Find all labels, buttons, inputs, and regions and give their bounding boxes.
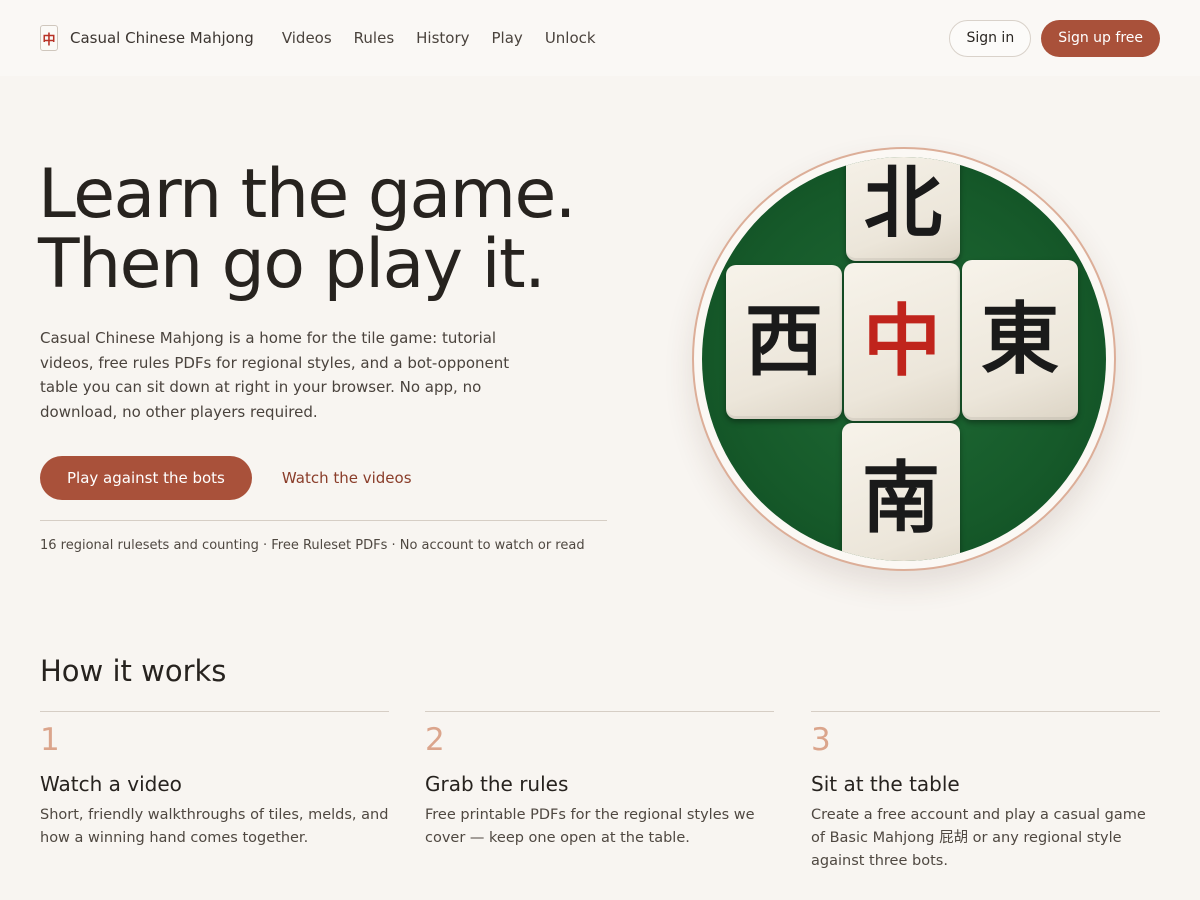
- logo-tile-icon[interactable]: 中: [40, 25, 58, 51]
- brand-name[interactable]: Casual Chinese Mahjong: [70, 29, 254, 47]
- step-number: 3: [811, 722, 831, 758]
- hero-meta: 16 regional rulesets and counting · Free…: [40, 538, 585, 553]
- tile-south: 南: [842, 423, 960, 561]
- header-actions: Sign in Sign up free: [949, 19, 1160, 57]
- hero-title: Learn the game. Then go play it.: [38, 155, 576, 304]
- step-text: Short, friendly walkthroughs of tiles, m…: [40, 807, 389, 846]
- step-number: 1: [40, 722, 60, 758]
- nav-videos[interactable]: Videos: [282, 29, 332, 47]
- main-nav: Videos Rules History Play Unlock: [282, 29, 596, 47]
- step-text: Free printable PDFs for the regional sty…: [425, 807, 755, 846]
- step-title: Grab the rules: [425, 772, 569, 796]
- step-title: Watch a video: [40, 772, 182, 796]
- tile-north: 北: [846, 157, 960, 261]
- nav-rules[interactable]: Rules: [354, 29, 394, 47]
- hero-divider: [40, 520, 607, 521]
- tile-east: 東: [962, 260, 1078, 420]
- step-3: 3 Sit at the table Create a free account…: [811, 711, 1160, 873]
- nav-unlock[interactable]: Unlock: [545, 29, 596, 47]
- mahjong-tiles-image: 北 西 中 東 南: [702, 157, 1106, 561]
- play-bots-button[interactable]: Play against the bots: [40, 456, 252, 500]
- step-title: Sit at the table: [811, 772, 960, 796]
- sign-in-button[interactable]: Sign in: [949, 19, 1032, 57]
- step-divider: [40, 711, 389, 712]
- tile-west: 西: [726, 265, 842, 419]
- step-divider: [425, 711, 774, 712]
- site-header: 中 Casual Chinese Mahjong Videos Rules Hi…: [0, 0, 1200, 76]
- tile-center: 中: [844, 263, 960, 421]
- nav-play[interactable]: Play: [492, 29, 523, 47]
- step-1: 1 Watch a video Short, friendly walkthro…: [40, 711, 389, 850]
- step-number: 2: [425, 722, 445, 758]
- step-divider: [811, 711, 1160, 712]
- step-2: 2 Grab the rules Free printable PDFs for…: [425, 711, 774, 850]
- sign-up-button[interactable]: Sign up free: [1041, 19, 1160, 57]
- hero-title-line-1: Learn the game.: [38, 155, 576, 234]
- step-text: Create a free account and play a casual …: [811, 807, 1146, 869]
- hero-cta-row: Play against the bots Watch the videos: [40, 456, 412, 500]
- hero-description: Casual Chinese Mahjong is a home for the…: [40, 329, 510, 421]
- hero-title-line-2: Then go play it.: [38, 225, 546, 304]
- hero-image-frame: 北 西 中 東 南: [692, 147, 1116, 571]
- how-it-works-title: How it works: [40, 654, 227, 688]
- nav-history[interactable]: History: [416, 29, 469, 47]
- watch-videos-link[interactable]: Watch the videos: [282, 469, 412, 487]
